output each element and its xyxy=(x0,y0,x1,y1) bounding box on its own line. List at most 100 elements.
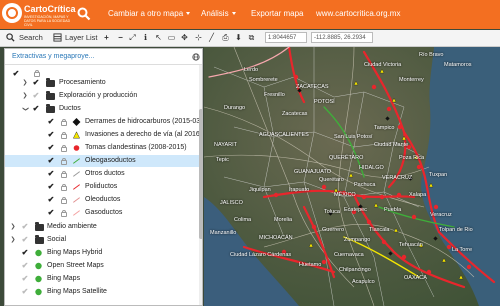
pointer-icon[interactable]: ↖ xyxy=(154,33,163,42)
map-label: JALISCO xyxy=(220,200,243,206)
print-icon[interactable]: ⎙ xyxy=(221,33,230,42)
layer-row-medio-ambiente[interactable]: ❯ ✔ Medio ambiente xyxy=(5,221,202,233)
line-symbol-icon xyxy=(73,171,80,177)
layer-row-oleogasoductos[interactable]: ✔ Oleogasoductos xyxy=(5,155,202,167)
folder-icon xyxy=(46,91,55,100)
layer-row-social[interactable]: ❯ ✔ Social xyxy=(5,234,202,246)
checkmark-icon[interactable]: ✔ xyxy=(21,234,29,246)
search-icon[interactable] xyxy=(6,33,15,42)
map-toolbar: Search Layer List + − ⤢ ℹ ↖ ▭ ✥ ⊹ ╱ ⎙ ⬇ … xyxy=(0,30,500,47)
info-icon[interactable]: ℹ xyxy=(141,33,150,42)
map-label: Matamoros xyxy=(444,62,472,68)
chevron-down-icon[interactable]: ❯ xyxy=(19,105,31,113)
basemap-row-osm[interactable]: ✔ Open Street Maps xyxy=(5,260,202,272)
checkmark-icon[interactable]: ✔ xyxy=(32,103,40,115)
checkmark-icon[interactable]: ✔ xyxy=(47,142,55,154)
layer-row-otros-ductos[interactable]: ✔ Otros ductos xyxy=(5,168,202,180)
checkmark-icon[interactable]: ✔ xyxy=(21,273,29,285)
nav-analysis[interactable]: Análisis xyxy=(201,9,236,18)
checkmark-icon[interactable]: ✔ xyxy=(47,116,55,128)
pan-icon[interactable]: ✥ xyxy=(180,33,189,42)
layer-panel-title[interactable]: Extractivas y megaproye... xyxy=(12,53,94,60)
basemap-row-bing-hybrid[interactable]: ✔ Bing Maps Hybrid xyxy=(5,247,202,259)
map-label: VERACRUZ xyxy=(382,175,413,181)
map-label: Cuernavaca xyxy=(334,252,364,258)
basemap-row-bing[interactable]: ✔ Bing Maps xyxy=(5,273,202,285)
layer-row-procesamiento[interactable]: ❯ ✔ Procesamiento xyxy=(5,77,202,89)
zoom-out-icon[interactable]: − xyxy=(116,33,125,42)
map-label: Tehuacán xyxy=(399,242,423,248)
brand-logo[interactable]: CartoCrítica INVESTIGACIÓN, MAPAS Y DATO… xyxy=(2,3,76,27)
map-label: Acapulco xyxy=(352,279,375,285)
map-label: Veracruz xyxy=(430,212,452,218)
checkmark-icon[interactable]: ✔ xyxy=(47,194,55,206)
checkmark-icon[interactable]: ✔ xyxy=(47,155,55,167)
map-label: GUANAJUATO xyxy=(294,169,332,175)
folder-icon xyxy=(35,235,44,244)
chevron-right-icon[interactable]: ❯ xyxy=(9,234,17,246)
map-label: Zumpango xyxy=(344,237,371,243)
nav-export-map[interactable]: Exportar mapa xyxy=(251,9,303,18)
checkmark-icon[interactable]: ✔ xyxy=(21,286,29,298)
layer-label: Social xyxy=(47,236,67,243)
map-label: Puebla xyxy=(384,207,402,213)
draw-line-icon[interactable]: ╱ xyxy=(207,33,216,42)
map-label: Toluca xyxy=(324,209,340,215)
layer-list-label[interactable]: Layer List xyxy=(65,32,98,44)
layer-row-oleoductos[interactable]: ✔ Oleoductos xyxy=(5,194,202,206)
nav-website-link[interactable]: www.cartocritica.org.mx xyxy=(316,9,400,18)
layer-row-poliductos[interactable]: ✔ Poliductos xyxy=(5,181,202,193)
map-label: Tampico xyxy=(374,125,395,131)
layer-row-gasoductos[interactable]: ✔ Gasoductos xyxy=(5,207,202,219)
select-rectangle-icon[interactable]: ▭ xyxy=(167,33,176,42)
checkmark-icon[interactable]: ✔ xyxy=(21,221,29,233)
checkmark-icon[interactable]: ✔ xyxy=(47,129,55,141)
map-label: Poza Rica xyxy=(399,155,425,161)
layer-label: Oleoductos xyxy=(85,196,121,203)
chevron-right-icon[interactable]: ❯ xyxy=(21,77,29,89)
checkmark-icon[interactable]: ✔ xyxy=(21,247,29,259)
nav-change-map[interactable]: Cambiar a otro mapa xyxy=(108,9,191,18)
layers-icon[interactable] xyxy=(53,33,62,42)
layer-row-tomas[interactable]: ✔ Tomas clandestinas (2008-2015) xyxy=(5,142,202,154)
map-canvas[interactable]: ZACATECAS POTOSÍ Zacatecas Durango NAYAR… xyxy=(204,47,500,306)
link-icon[interactable]: ⧉ xyxy=(247,33,256,42)
checkmark-icon[interactable]: ✔ xyxy=(47,168,55,180)
download-icon[interactable]: ⬇ xyxy=(234,33,243,42)
checkmark-icon[interactable]: ✔ xyxy=(47,181,55,193)
line-symbol-icon xyxy=(73,184,80,190)
chevron-right-icon[interactable]: ❯ xyxy=(21,90,29,102)
layer-row-derrames[interactable]: ✔ Derrames de hidrocarburos (2015-03 a xyxy=(5,116,202,128)
layer-row-ductos[interactable]: ❯ ✔ Ductos xyxy=(5,103,202,115)
map-label: NAYARIT xyxy=(214,142,238,148)
map-label: Sombrerete xyxy=(249,77,278,83)
folder-icon xyxy=(35,222,44,231)
measure-icon[interactable]: ⊹ xyxy=(194,33,203,42)
checkmark-icon[interactable]: ✔ xyxy=(32,90,40,102)
chevron-right-icon[interactable]: ❯ xyxy=(9,221,17,233)
map-label: Tolpan de Rio xyxy=(439,227,473,233)
layer-label: Invasiones a derecho de vía (al 2016) xyxy=(85,131,203,138)
layer-label: Tomas clandestinas (2008-2015) xyxy=(85,144,187,151)
scale-field[interactable]: 1:8044657 xyxy=(265,32,307,43)
map-label: Zacatecas xyxy=(282,111,308,117)
checkmark-icon[interactable]: ✔ xyxy=(47,207,55,219)
layer-panel-header: Extractivas y megaproye... xyxy=(5,49,202,65)
search-tool-label[interactable]: Search xyxy=(19,32,43,44)
zoom-extent-icon[interactable]: ⤢ xyxy=(128,33,137,42)
globe-icon[interactable] xyxy=(192,53,200,61)
folder-icon xyxy=(46,104,55,113)
lock-icon xyxy=(61,197,67,204)
map-label: Morelia xyxy=(274,217,293,223)
map-label: Manzanillo xyxy=(210,230,237,236)
zoom-in-icon[interactable]: + xyxy=(102,33,111,42)
red-circle-symbol-icon xyxy=(73,145,80,151)
panel-scrollbar-thumb[interactable] xyxy=(199,109,202,239)
layer-row-exploracion[interactable]: ❯ ✔ Exploración y producción xyxy=(5,90,202,102)
layer-row-invasiones[interactable]: ✔ Invasiones a derecho de vía (al 2016) xyxy=(5,129,202,141)
checkmark-icon[interactable]: ✔ xyxy=(32,77,40,89)
search-icon[interactable] xyxy=(77,7,91,21)
basemap-row-bing-satellite[interactable]: ✔ Bing Maps Satellite xyxy=(5,286,202,298)
checkmark-icon[interactable]: ✔ xyxy=(21,260,29,272)
map-label: Fresnillo xyxy=(264,92,285,98)
